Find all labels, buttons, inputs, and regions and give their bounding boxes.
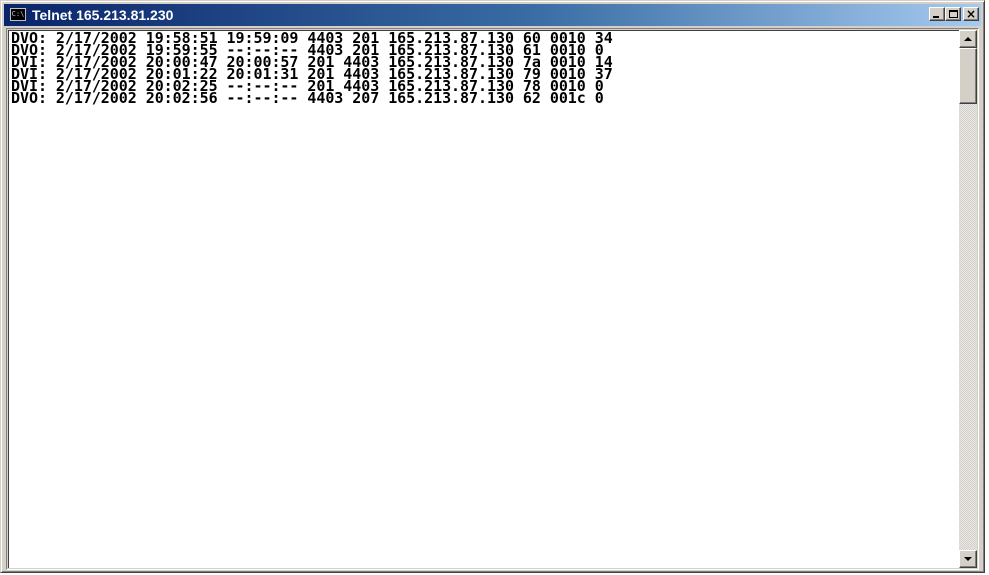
scroll-up-arrow-icon (964, 37, 972, 41)
vertical-scrollbar[interactable] (959, 30, 977, 568)
scroll-down-button[interactable] (959, 550, 977, 568)
close-button[interactable]: × (963, 7, 979, 21)
maximize-icon (949, 10, 958, 18)
close-icon: × (965, 7, 977, 21)
telnet-window: C:\ Telnet 165.213.81.230 × DVO: 2/17/20… (0, 0, 985, 573)
minimize-icon (933, 16, 939, 18)
terminal-line: DVO: 2/17/2002 20:02:56 --:--:-- 4403 20… (11, 89, 604, 107)
terminal-output[interactable]: DVO: 2/17/2002 19:58:51 19:59:09 4403 20… (8, 30, 959, 568)
scroll-thumb[interactable] (959, 48, 977, 104)
maximize-button[interactable] (945, 7, 961, 21)
client-area: DVO: 2/17/2002 19:58:51 19:59:09 4403 20… (6, 28, 979, 570)
minimize-button[interactable] (929, 7, 945, 21)
scroll-down-arrow-icon (964, 557, 972, 561)
console-icon[interactable]: C:\ (10, 8, 26, 21)
scroll-up-button[interactable] (959, 30, 977, 48)
window-title: Telnet 165.213.81.230 (32, 7, 174, 23)
title-bar[interactable]: C:\ Telnet 165.213.81.230 × (4, 4, 981, 26)
